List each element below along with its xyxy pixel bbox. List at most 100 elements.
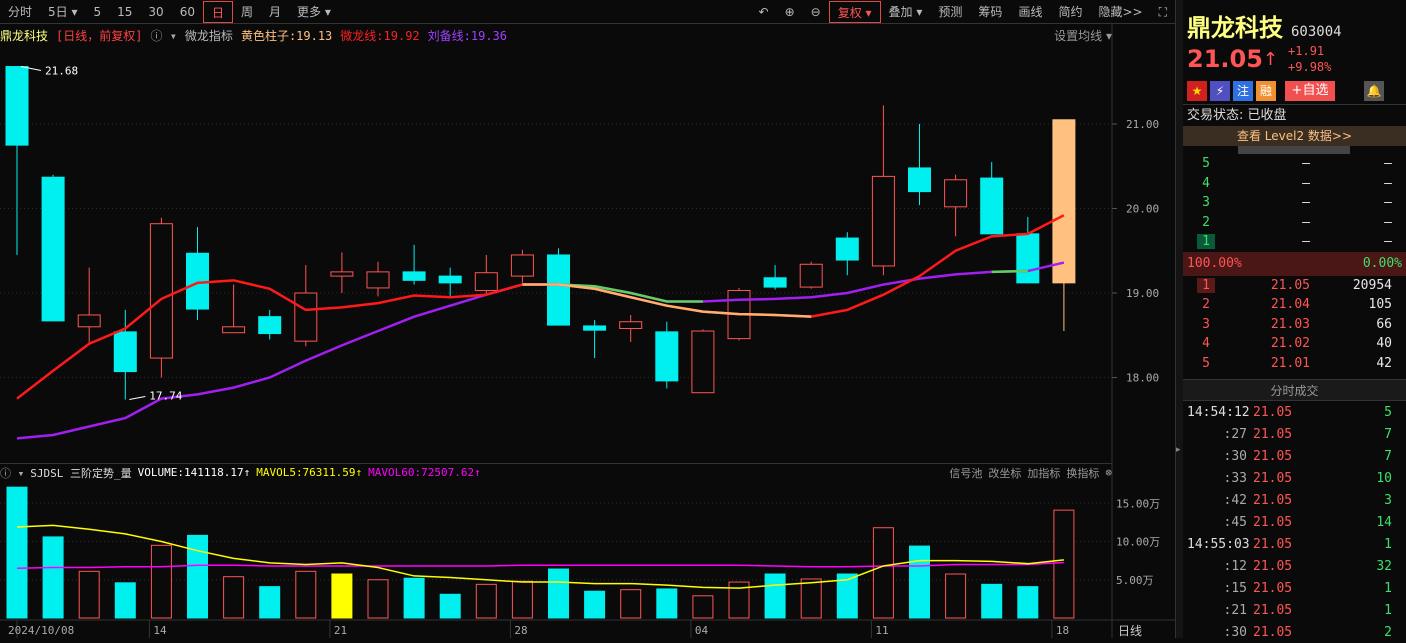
tick-price: 21.05 <box>1253 492 1293 508</box>
mavol5-value: MAVOL5:76311.59↑ <box>256 466 363 479</box>
candle-body <box>438 275 462 284</box>
candle <box>330 252 354 293</box>
bid-ask-ratio: 100.00% 0.00% <box>1183 251 1406 276</box>
tick-volume: 7 <box>1384 448 1392 464</box>
sell-row: 3 — — <box>1183 193 1406 213</box>
sell-row: 5 — — <box>1183 154 1406 174</box>
collapse-handle[interactable] <box>1238 146 1350 154</box>
period-label: 日线 <box>1118 624 1143 638</box>
mavol5-line <box>16 524 1064 589</box>
pct-change: +9.98% <box>1288 60 1332 74</box>
kline-chart[interactable]: 21.00 20.00 19.00 18.00 15.00万 10.00万 5.00万 21.… <box>0 0 1175 638</box>
tick-volume: 1 <box>1384 580 1392 596</box>
panel-splitter[interactable]: ▸ <box>1175 0 1183 638</box>
volume-bar <box>620 589 642 619</box>
liubei-line <box>16 261 1065 440</box>
switch-indicator-button[interactable]: 换指标 <box>1066 465 1099 481</box>
volume-indicator-name[interactable]: SJDSL 三阶定势_量 <box>30 465 131 481</box>
candle-body <box>510 254 534 277</box>
volume-bar <box>150 544 172 619</box>
tick-list[interactable]: 14:54:12 21.05 5:27 21.05 7:30 21.05 7:3… <box>1183 401 1406 643</box>
sell-book: 5 — —4 — —3 — —2 — —1 — — <box>1183 154 1406 252</box>
price-change: +1.91 <box>1288 44 1325 58</box>
tick-row: 14:54:12 21.05 5 <box>1183 401 1406 423</box>
level2-link[interactable]: 查看 Level2 数据>> <box>1183 126 1406 146</box>
add-watchlist-button[interactable]: +自选 <box>1285 81 1335 101</box>
tick-time: 14:54:12 <box>1187 404 1250 420</box>
registration-badge[interactable]: 注 <box>1233 81 1253 101</box>
candle-body <box>222 326 246 334</box>
margin-badge[interactable]: 融 <box>1256 81 1276 101</box>
stock-code: 603004 <box>1291 24 1342 40</box>
sell-volume: — <box>1384 195 1392 211</box>
tick-row: :33 21.05 10 <box>1183 467 1406 489</box>
china-flag-icon[interactable]: ★ <box>1187 81 1207 101</box>
tick-volume: 7 <box>1384 426 1392 442</box>
sell-price: — <box>1302 234 1310 250</box>
x-tick-label: 14 <box>153 624 167 637</box>
volume-bar <box>584 590 606 619</box>
close-icon[interactable]: ⊗ <box>1105 466 1112 479</box>
candle-body <box>113 331 137 373</box>
candle-body <box>5 66 29 146</box>
sell-level: 4 <box>1202 175 1210 191</box>
quote-panel: 鼎龙科技 603004 21.05 ↑ +1.91 +9.98% ★ ⚡ 注 融… <box>1183 0 1406 640</box>
buy-level: 2 <box>1202 297 1210 313</box>
volume-bar <box>475 583 497 619</box>
add-indicator-button[interactable]: 加指标 <box>1027 465 1060 481</box>
candle <box>510 249 534 283</box>
sell-row: 4 — — <box>1183 174 1406 194</box>
tick-price: 21.05 <box>1253 404 1293 420</box>
tick-volume: 32 <box>1376 558 1392 574</box>
tick-row: :15 21.05 1 <box>1183 577 1406 599</box>
buy-volume: 40 <box>1376 336 1392 352</box>
volume-bar <box>42 536 64 619</box>
buy-level: 3 <box>1202 316 1210 332</box>
volume-bar <box>403 577 425 619</box>
candle <box>944 174 968 237</box>
low-label: 17.74 <box>149 389 182 402</box>
candle <box>1016 216 1040 284</box>
flash-icon[interactable]: ⚡ <box>1210 81 1230 101</box>
volume-bar <box>367 579 389 619</box>
candle-body <box>655 331 679 382</box>
candle <box>5 66 29 255</box>
vol-tick-label: 10.00万 <box>1116 536 1160 549</box>
volume-bar <box>800 578 822 619</box>
tick-price: 21.05 <box>1253 426 1293 442</box>
tick-time: 14:55:03 <box>1187 536 1250 552</box>
tick-volume: 14 <box>1376 514 1392 530</box>
buy-volume: 105 <box>1368 297 1392 313</box>
candle-body <box>330 271 354 277</box>
trade-status: 交易状态: 已收盘 <box>1183 104 1406 126</box>
tick-row: 14:55:03 21.05 1 <box>1183 533 1406 555</box>
sell-volume: — <box>1384 214 1392 230</box>
sell-level: 1 <box>1197 234 1215 250</box>
tick-time: :33 <box>1223 470 1247 486</box>
bell-icon[interactable]: 🔔 <box>1364 81 1384 101</box>
candle <box>691 329 715 394</box>
sell-volume: — <box>1384 234 1392 250</box>
candle <box>583 320 607 359</box>
tick-row: :27 21.05 7 <box>1183 423 1406 445</box>
tick-time: :30 <box>1223 624 1247 640</box>
candle <box>258 309 282 340</box>
help-icon[interactable]: ⓘ ▾ <box>0 465 24 481</box>
signal-pool-button[interactable]: 信号池 <box>949 465 982 481</box>
volume-bar <box>439 593 461 619</box>
buy-price: 21.02 <box>1270 336 1310 352</box>
candle <box>366 261 390 297</box>
volume-bar <box>981 583 1003 619</box>
change-axis-button[interactable]: 改坐标 <box>988 465 1021 481</box>
candle-body <box>402 271 426 281</box>
candle <box>799 261 823 289</box>
quote-stock-name: 鼎龙科技 <box>1187 14 1283 42</box>
tick-row: :12 21.05 32 <box>1183 555 1406 577</box>
candle-body <box>583 325 607 331</box>
tick-volume: 5 <box>1384 404 1392 420</box>
sell-row: 2 — — <box>1183 213 1406 233</box>
volume-bar <box>511 580 533 619</box>
buy-volume: 66 <box>1376 316 1392 332</box>
volume-bar <box>223 576 245 619</box>
volume-bar <box>548 568 569 619</box>
